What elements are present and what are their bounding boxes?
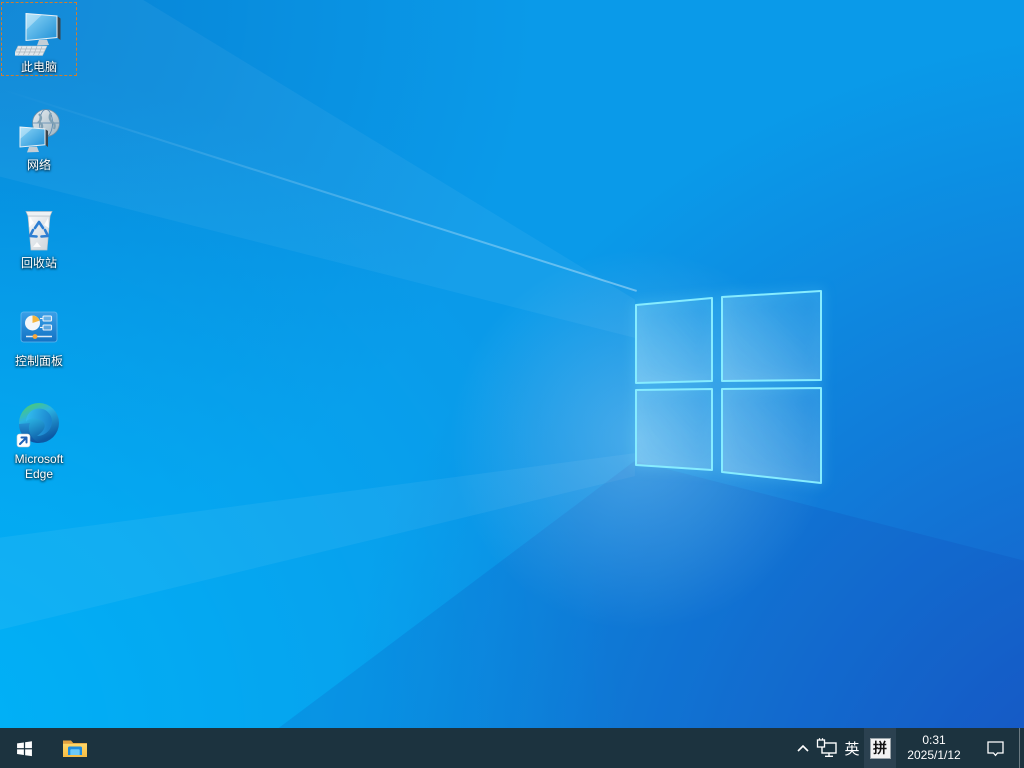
wallpaper-shade-topleft xyxy=(0,0,1024,768)
windows-start-icon xyxy=(16,740,32,756)
show-desktop-button[interactable] xyxy=(1019,728,1024,768)
desktop-icon-network[interactable]: 网络 xyxy=(1,100,77,174)
desktop-icon-label: 网络 xyxy=(26,158,51,172)
wallpaper-light-ray xyxy=(0,88,637,292)
wallpaper-logo-glow xyxy=(0,0,1024,768)
clock-button[interactable]: 0:31 2025/1/12 xyxy=(896,728,972,768)
file-explorer-icon xyxy=(63,740,87,757)
action-center-icon xyxy=(986,740,1004,756)
start-button[interactable] xyxy=(0,728,48,768)
this-pc-icon xyxy=(15,12,61,56)
taskbar: 英 拼 0:31 2025/1/12 xyxy=(0,728,1024,768)
show-hidden-icons-button[interactable] xyxy=(792,728,814,768)
clock-date: 2025/1/12 xyxy=(907,748,961,762)
windows-logo-wallpaper xyxy=(635,290,822,484)
desktop-icon-label: Microsoft Edge xyxy=(14,452,64,481)
desktop-icon-label: 此电脑 xyxy=(20,60,57,74)
network-tray-button[interactable] xyxy=(814,728,840,768)
desktop-icon-this-pc[interactable]: 此电脑 xyxy=(1,2,77,76)
desktop-icon-label: 回收站 xyxy=(20,256,57,270)
ime-mode-button[interactable]: 拼 xyxy=(864,728,896,768)
language-indicator-button[interactable]: 英 xyxy=(840,728,864,768)
edge-icon xyxy=(16,403,59,448)
wallpaper-dark-wedge xyxy=(225,460,1024,768)
wallpaper-light-beam-lower xyxy=(0,453,635,630)
desktop-wallpaper: 此电脑 网络 回收站 控制面板 Microsoft Edge xyxy=(0,0,1024,768)
chevron-up-icon xyxy=(797,744,809,752)
network-icon xyxy=(19,109,60,153)
desktop-icon-recycle-bin[interactable]: 回收站 xyxy=(1,198,77,272)
action-center-button[interactable] xyxy=(972,728,1018,768)
language-indicator-label: 英 xyxy=(844,740,860,758)
wallpaper-shade-bottomright xyxy=(0,0,1024,768)
control-panel-icon xyxy=(20,311,58,343)
clock-time: 0:31 xyxy=(922,733,946,747)
wallpaper-shade-bottomleft xyxy=(0,0,1024,768)
desktop-icon-microsoft-edge[interactable]: Microsoft Edge xyxy=(1,394,77,483)
ethernet-network-icon xyxy=(816,738,837,757)
ime-mode-label: 拼 xyxy=(869,737,891,759)
desktop-icon-label: 控制面板 xyxy=(14,354,63,368)
wallpaper-light-beam-upper xyxy=(0,0,635,338)
file-explorer-button[interactable] xyxy=(54,728,96,768)
desktop-icon-control-panel[interactable]: 控制面板 xyxy=(1,296,77,370)
recycle-bin-icon xyxy=(25,211,53,251)
